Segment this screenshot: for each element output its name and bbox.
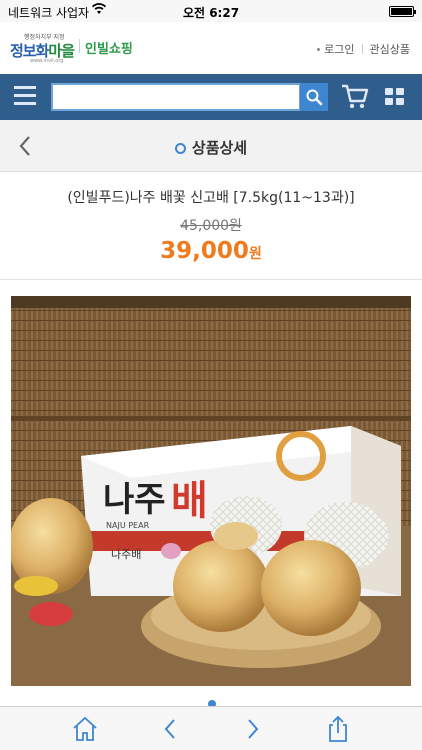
sale-price-value: 39,000: [160, 238, 249, 264]
status-time: 오전 6:27: [182, 6, 240, 20]
product-name: (인빌푸드)나주 배꽃 신고배 [7.5kg(11~13과)]: [67, 190, 355, 206]
box-sub-text: NAJU PEAR: [106, 521, 150, 530]
search-input[interactable]: [51, 83, 301, 111]
link-divider: [361, 44, 363, 54]
search-button[interactable]: [300, 83, 328, 111]
logo-url: www.invil.org: [30, 58, 64, 64]
back-nav-button[interactable]: [155, 714, 185, 744]
original-price: 45,000원: [0, 215, 422, 235]
shop-name[interactable]: 인빌쇼핑: [85, 38, 133, 57]
box-word-text: 배: [171, 478, 208, 524]
sale-price: 39,000원: [0, 238, 422, 264]
home-button[interactable]: [70, 714, 100, 744]
brand-bar: 행정자치부 지정 정보화마을 www.invil.org 인빌쇼핑 로그인 관심…: [0, 22, 422, 74]
search-icon: [306, 89, 323, 106]
original-price-value: 45,000원: [180, 218, 242, 234]
battery-icon: [389, 6, 416, 17]
page-title-text: 상품상세: [191, 139, 248, 157]
wishlist-link[interactable]: 관심상품: [370, 41, 410, 57]
cart-icon[interactable]: [341, 83, 369, 111]
product-info: (인빌푸드)나주 배꽃 신고배 [7.5kg(11~13과)] 45,000원 …: [0, 172, 422, 280]
share-icon: [329, 715, 347, 742]
top-links: 로그인 관심상품: [317, 41, 410, 57]
sale-price-unit: 원: [248, 246, 262, 262]
chevron-left-icon: [164, 719, 175, 739]
status-bar: 네트워크 사업자 오전 6:27: [0, 0, 422, 22]
hamburger-icon[interactable]: [14, 86, 36, 106]
box-small-text: 나주배: [111, 548, 141, 561]
product-image[interactable]: 나주 배 NAJU PEAR 나주배: [11, 296, 411, 686]
login-link[interactable]: 로그인: [324, 41, 354, 57]
share-button[interactable]: [323, 714, 353, 744]
logo-divider: [79, 39, 80, 53]
box-brand-text: 나주: [103, 480, 166, 520]
forward-nav-button[interactable]: [238, 714, 268, 744]
site-logo[interactable]: 행정자치부 지정 정보화마을 www.invil.org: [10, 30, 75, 64]
page-title: 상품상세: [0, 137, 422, 158]
home-icon: [73, 716, 97, 741]
chevron-right-icon: [248, 719, 259, 739]
grid-icon[interactable]: [385, 88, 405, 106]
search-bar: [0, 74, 422, 120]
bottom-toolbar: [0, 706, 422, 750]
circle-icon: [174, 143, 186, 154]
bullet-icon: [317, 47, 321, 51]
page-header: 상품상세: [0, 120, 422, 172]
